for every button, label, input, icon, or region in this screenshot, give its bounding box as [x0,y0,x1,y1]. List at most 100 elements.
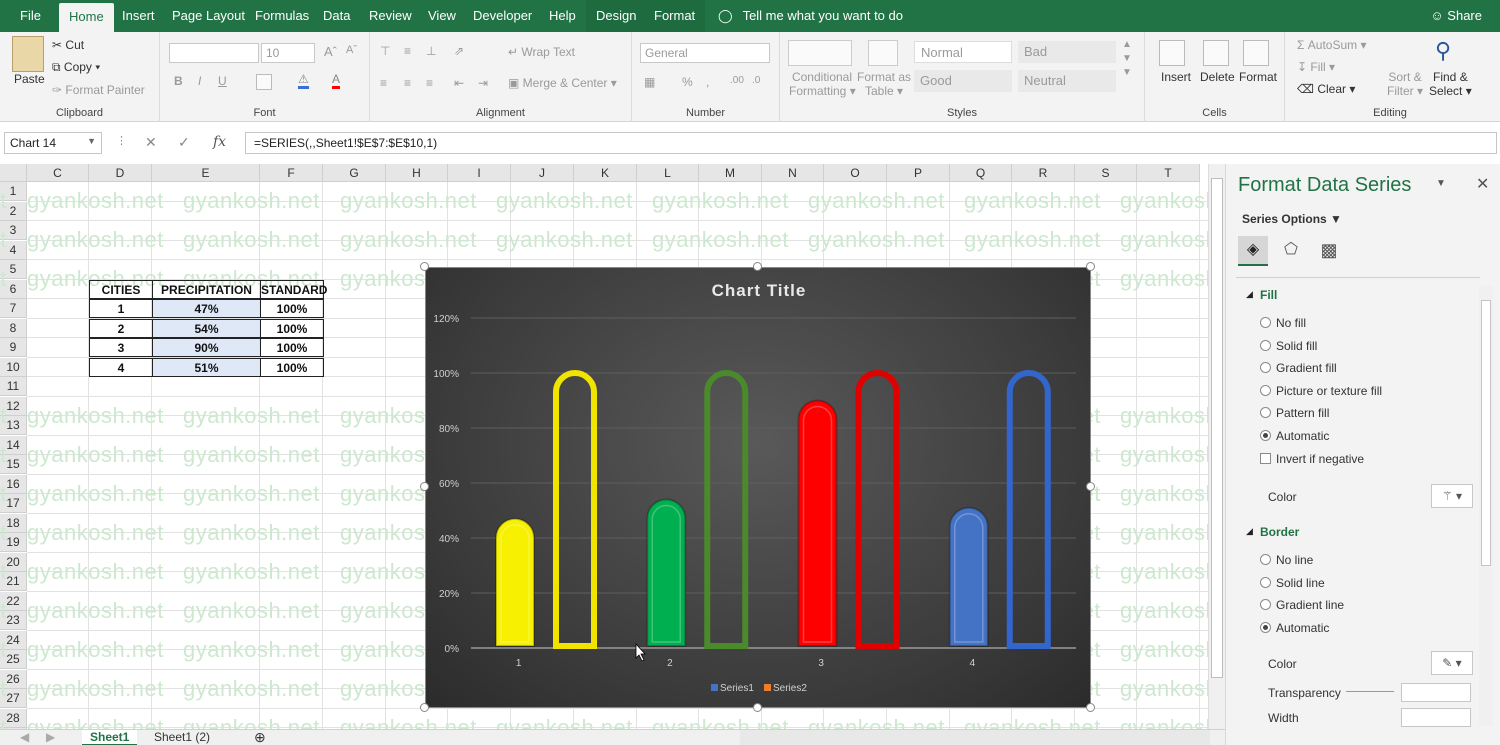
table-header[interactable]: STANDARD [260,279,327,299]
table-cell[interactable]: 1 [89,299,153,318]
fill-option-label[interactable]: Picture or texture fill [1276,384,1382,398]
tab-developer[interactable]: Developer [463,0,542,32]
fill-option-radio[interactable] [1260,384,1271,396]
border-section-header[interactable]: Border [1260,525,1299,539]
resize-handle-b[interactable] [753,703,762,712]
sheet-tab-sheet1[interactable]: Sheet1 [82,730,138,745]
fill-color-picker[interactable]: ⚚ ▾ [1431,484,1473,508]
row-header-10[interactable]: 10 [0,357,27,377]
table-cell[interactable]: 100% [260,299,324,318]
scroll-left-icon[interactable]: ◀ [12,730,37,745]
format-painter-button[interactable]: ✑ Format Painter [52,83,145,97]
accounting-icon[interactable]: ▦ [644,75,655,89]
tab-insert[interactable]: Insert [112,0,165,32]
grow-font-icon[interactable]: Aˆ [324,44,337,59]
border-option-label[interactable]: Gradient line [1276,598,1344,612]
resize-handle-t[interactable] [753,262,762,271]
border-option-label[interactable]: No line [1276,553,1313,567]
decrease-indent-icon[interactable]: ⇤ [454,76,464,90]
bar-series2-2[interactable] [704,370,749,649]
column-header-G[interactable]: G [323,164,386,182]
column-header-P[interactable]: P [887,164,950,182]
delete-cells-button[interactable]: Delete [1200,70,1235,84]
bold-button[interactable]: B [174,74,183,88]
borders-icon[interactable] [256,74,272,90]
table-cell[interactable]: 47% [152,299,261,318]
legend-label[interactable]: Series1 [720,683,754,694]
shrink-font-icon[interactable]: Aˇ [346,44,357,56]
align-left-icon[interactable]: ≡ [380,76,387,90]
sort-filter-button[interactable]: Sort & Filter ▾ [1387,70,1423,98]
name-box[interactable]: Chart 14 ▼ [4,132,102,154]
close-icon[interactable]: ✕ [1476,174,1489,194]
cancel-icon[interactable]: ✕ [145,134,157,151]
underline-button[interactable]: U [218,74,227,88]
table-cell[interactable]: 2 [89,318,153,338]
table-cell[interactable]: 90% [152,338,261,357]
merge-center-button[interactable]: ▣ Merge & Center ▾ [508,76,617,90]
column-header-R[interactable]: R [1012,164,1075,182]
sheet-tab-sheet1-2[interactable]: Sheet1 (2) [146,730,218,745]
italic-button[interactable]: I [198,74,201,88]
insert-function-icon[interactable]: fx [213,134,226,150]
border-option-radio[interactable] [1260,621,1271,633]
increase-indent-icon[interactable]: ⇥ [478,76,488,90]
style-good[interactable]: Good [914,70,1012,92]
insert-cells-button[interactable]: Insert [1161,70,1191,84]
column-header-D[interactable]: D [89,164,152,182]
format-cells-button[interactable]: Format [1239,70,1277,84]
fill-option-label[interactable]: Automatic [1276,429,1329,443]
row-header-7[interactable]: 7 [0,299,27,318]
share-button[interactable]: ☺ Share [1430,0,1482,32]
select-all-corner[interactable] [0,164,27,182]
align-bottom-icon[interactable]: ⊥ [426,44,436,58]
bar-series2-3[interactable] [855,370,900,649]
column-header-F[interactable]: F [260,164,323,182]
series-options-icon[interactable]: ▩ [1314,236,1344,266]
column-header-O[interactable]: O [824,164,887,182]
effects-icon[interactable]: ⬠ [1276,236,1306,266]
align-top-icon[interactable]: ⊤ [380,44,390,58]
table-cell[interactable]: 3 [89,338,153,357]
cut-button[interactable]: ✂ Cut [52,38,84,52]
fill-option-label[interactable]: Solid fill [1276,339,1317,353]
table-header[interactable]: PRECIPITATION [152,279,261,299]
style-bad[interactable]: Bad [1018,41,1116,63]
table-cell[interactable]: 100% [260,357,324,377]
table-cell[interactable]: 54% [152,318,261,338]
transparency-slider[interactable] [1346,691,1394,692]
fill-button[interactable]: ↧ Fill ▾ [1297,60,1335,74]
fill-option-radio[interactable] [1260,362,1271,374]
resize-handle-l[interactable] [420,482,429,491]
resize-handle-tr[interactable] [1086,262,1095,271]
align-center-icon[interactable]: ≡ [404,76,411,90]
fill-option-label[interactable]: Pattern fill [1276,406,1329,420]
fill-option-radio[interactable] [1260,407,1271,419]
pane-scrollbar[interactable] [1479,286,1493,726]
tab-format[interactable]: Format [644,0,706,32]
resize-handle-tl[interactable] [420,262,429,271]
border-collapse-icon[interactable]: ◢ [1246,526,1253,537]
tell-me-search[interactable]: ◯ Tell me what you want to do [718,0,903,32]
horizontal-scrollbar[interactable] [740,730,1210,745]
fill-color-icon[interactable]: ⚠ [298,72,309,89]
add-sheet-icon[interactable]: ⊕ [246,730,274,745]
paste-button[interactable]: Paste [14,72,45,86]
resize-handle-br[interactable] [1086,703,1095,712]
bar-series2-1[interactable] [553,370,597,649]
resize-handle-bl[interactable] [420,703,429,712]
column-header-S[interactable]: S [1075,164,1137,182]
tab-file[interactable]: File [10,0,51,32]
enter-icon[interactable]: ✓ [178,134,190,151]
fill-option-label[interactable]: Gradient fill [1276,361,1337,375]
font-color-icon[interactable]: A [332,72,341,89]
align-right-icon[interactable]: ≡ [426,76,433,90]
fill-option-label[interactable]: No fill [1276,316,1306,330]
tab-page-layout[interactable]: Page Layout [162,0,255,32]
style-neutral[interactable]: Neutral [1018,70,1116,92]
conditional-formatting-button[interactable]: Conditional Formatting ▾ [789,70,856,98]
row-header-11[interactable]: 11 [0,377,27,396]
tab-help[interactable]: Help [539,0,586,32]
column-header-L[interactable]: L [637,164,699,182]
percent-button[interactable]: % [682,75,693,89]
